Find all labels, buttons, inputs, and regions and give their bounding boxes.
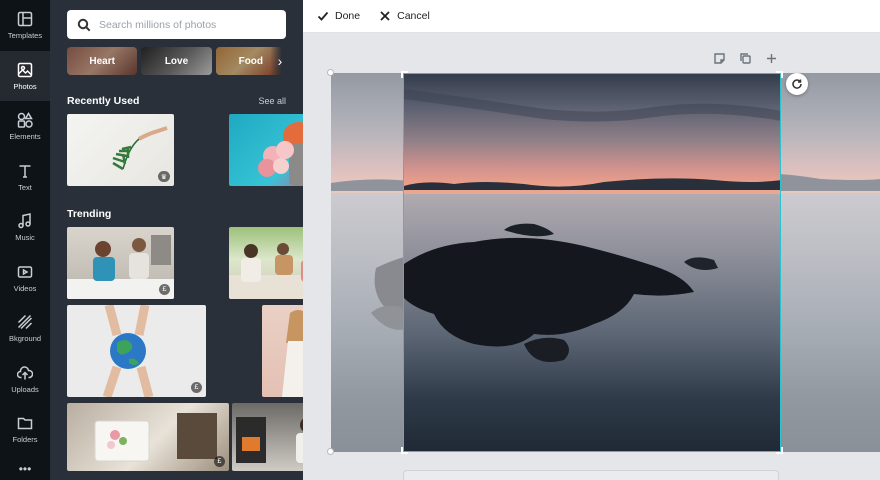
sidebar-item-label: Templates xyxy=(7,31,43,40)
pound-badge: £ xyxy=(214,456,225,467)
sidebar-item-label: Music xyxy=(15,233,35,242)
crop-area[interactable] xyxy=(403,73,781,452)
chip-label: Food xyxy=(238,55,264,67)
sidebar-item-label: Videos xyxy=(13,283,37,293)
check-icon xyxy=(317,11,329,21)
crop-corner-handle[interactable] xyxy=(401,447,408,454)
recently-used-heading: Recently Used xyxy=(67,95,140,107)
chip-label: Love xyxy=(164,55,189,67)
sidebar-item-label: Photos xyxy=(13,81,37,91)
sidebar-item-templates[interactable]: Templates xyxy=(0,0,50,51)
chip-love[interactable]: Love xyxy=(141,47,212,75)
elements-icon xyxy=(17,112,33,128)
chip-heart[interactable]: Heart xyxy=(67,47,138,75)
sidebar-item-label: Text xyxy=(18,182,32,192)
rotate-icon xyxy=(792,79,802,89)
background-icon xyxy=(17,314,33,330)
landscape-shapes xyxy=(404,89,780,362)
crop-toolbar: Done Cancel xyxy=(303,0,880,33)
photo-thumbnail[interactable]: £ xyxy=(232,403,303,471)
people-kitchen-image xyxy=(67,235,174,299)
fireplace-image xyxy=(236,417,303,463)
flower-sink-image xyxy=(94,413,217,462)
photo-thumbnail[interactable] xyxy=(262,305,303,397)
photo-thumbnail[interactable]: £ xyxy=(229,114,303,186)
sidebar-item-videos[interactable]: Videos xyxy=(0,253,50,304)
sidebar-item-text[interactable]: Text xyxy=(0,152,50,203)
resize-handle[interactable] xyxy=(327,69,334,76)
photos-icon xyxy=(17,62,33,77)
music-icon xyxy=(18,213,31,229)
sidebar-item-label: Bkground xyxy=(8,334,42,343)
resize-handle[interactable] xyxy=(327,448,334,455)
crop-corner-handle[interactable] xyxy=(401,71,408,78)
templates-icon xyxy=(17,11,33,27)
sidebar-item-uploads[interactable]: Uploads xyxy=(0,354,50,405)
uploads-icon xyxy=(17,365,33,379)
see-all-link[interactable]: See all xyxy=(258,96,286,106)
search-box xyxy=(67,10,286,39)
search-input[interactable] xyxy=(99,18,279,31)
sidebar-item-label: Folders xyxy=(12,435,38,444)
crown-badge: ♛ xyxy=(157,171,170,182)
done-button[interactable]: Done xyxy=(317,10,360,22)
pound-badge: £ xyxy=(159,284,170,295)
rotate-button[interactable] xyxy=(786,73,808,95)
done-label: Done xyxy=(335,10,361,22)
crop-corner-handle[interactable] xyxy=(776,447,783,454)
category-chips: Heart Love Food › xyxy=(67,47,290,75)
chip-label: Heart xyxy=(89,55,115,67)
cancel-label: Cancel xyxy=(397,10,430,22)
text-icon xyxy=(19,164,31,178)
trending-heading: Trending xyxy=(67,208,112,220)
sidebar-item-photos[interactable]: Photos xyxy=(0,50,50,101)
photos-panel: Heart Love Food › Recently Used See all … xyxy=(50,0,303,480)
photo-thumbnail[interactable]: ♛ xyxy=(229,227,303,299)
duplicate-icon[interactable] xyxy=(740,53,751,64)
photo-thumbnail[interactable]: £ xyxy=(67,403,229,471)
add-page-icon[interactable] xyxy=(766,53,777,64)
photo-thumbnail[interactable]: £ xyxy=(67,227,174,299)
folders-icon xyxy=(17,417,33,430)
photo-thumbnail[interactable]: ♛ xyxy=(67,114,174,186)
side-nav-rail: Templates Photos Elements Text Music Vid… xyxy=(0,0,50,480)
sidebar-item-label: Uploads xyxy=(11,384,39,394)
crop-corner-handle[interactable] xyxy=(776,71,783,78)
videos-icon xyxy=(17,265,33,278)
sidebar-item-label: Elements xyxy=(9,132,41,141)
page-tools xyxy=(714,53,777,64)
cancel-button[interactable]: Cancel xyxy=(379,10,430,22)
woman-back-image xyxy=(282,310,303,397)
globe-hands-image xyxy=(102,305,154,397)
sidebar-item-folders[interactable]: Folders xyxy=(0,404,50,455)
chevron-right-icon[interactable]: › xyxy=(270,47,290,75)
sidebar-item-elements[interactable]: Elements xyxy=(0,101,50,152)
more-options-icon[interactable]: ••• xyxy=(0,463,50,480)
photo-thumbnail[interactable]: £ xyxy=(67,305,206,397)
pound-badge: £ xyxy=(191,382,202,393)
note-icon[interactable] xyxy=(714,53,725,64)
close-icon xyxy=(380,11,390,21)
next-page-edge xyxy=(403,470,779,480)
sidebar-item-background[interactable]: Bkground xyxy=(0,303,50,354)
people-dining-image xyxy=(229,243,303,299)
sidebar-item-music[interactable]: Music xyxy=(0,202,50,253)
flowers-image xyxy=(258,122,303,186)
search-icon xyxy=(77,18,91,31)
